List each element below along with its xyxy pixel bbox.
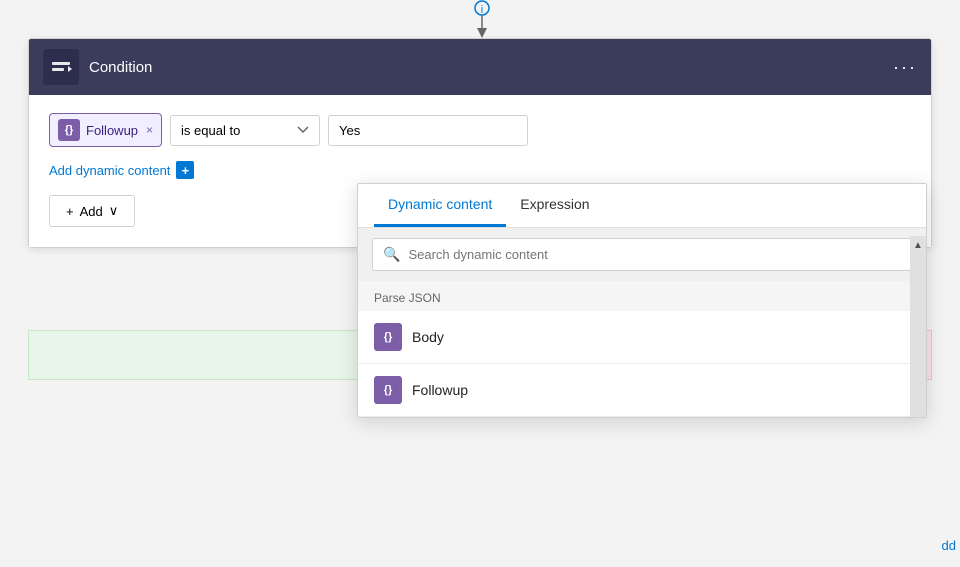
more-options-button[interactable]: ··· xyxy=(893,57,917,78)
search-icon: 🔍 xyxy=(383,246,400,263)
scrollbar[interactable]: ▲ xyxy=(910,236,926,417)
search-wrapper: 🔍 xyxy=(372,238,912,271)
scroll-up-arrow: ▲ xyxy=(913,240,923,251)
add-text-right[interactable]: dd xyxy=(942,538,956,553)
condition-header-left: Condition xyxy=(43,49,152,85)
add-button-label: Add xyxy=(80,204,103,219)
token-close-button[interactable]: × xyxy=(146,123,153,137)
body-item-icon: {} xyxy=(374,323,402,351)
panel-tabs: Dynamic content Expression xyxy=(358,184,926,228)
list-item[interactable]: {} Body xyxy=(358,311,926,364)
token-label: Followup xyxy=(86,123,138,138)
followup-item-label: Followup xyxy=(412,382,468,398)
add-button[interactable]: + Add ∨ xyxy=(49,195,135,227)
tab-expression[interactable]: Expression xyxy=(506,184,603,227)
panel-search-area: 🔍 xyxy=(358,228,926,281)
condition-title: Condition xyxy=(89,59,152,76)
token-icon: {} xyxy=(58,119,80,141)
body-item-label: Body xyxy=(412,329,444,345)
dynamic-content-panel: Dynamic content Expression 🔍 ▲ Parse JSO… xyxy=(357,183,927,418)
condition-icon xyxy=(43,49,79,85)
tab-dynamic-content[interactable]: Dynamic content xyxy=(374,184,506,227)
add-dynamic-content-link[interactable]: Add dynamic content + xyxy=(49,161,911,179)
add-button-icon: + xyxy=(66,204,74,219)
section-header-parse-json: Parse JSON xyxy=(358,281,926,311)
add-chevron-icon: ∨ xyxy=(109,203,119,219)
search-input[interactable] xyxy=(408,247,901,262)
list-item[interactable]: {} Followup xyxy=(358,364,926,417)
condition-header: Condition ··· xyxy=(29,39,931,95)
followup-token[interactable]: {} Followup × xyxy=(49,113,162,147)
add-dynamic-label: Add dynamic content xyxy=(49,163,170,178)
followup-item-icon: {} xyxy=(374,376,402,404)
svg-text:i: i xyxy=(481,4,483,16)
add-dynamic-plus-icon: + xyxy=(176,161,194,179)
operator-select[interactable]: is equal to is not equal to contains doe… xyxy=(170,115,320,146)
value-input[interactable] xyxy=(328,115,528,146)
condition-row: {} Followup × is equal to is not equal t… xyxy=(49,113,911,147)
